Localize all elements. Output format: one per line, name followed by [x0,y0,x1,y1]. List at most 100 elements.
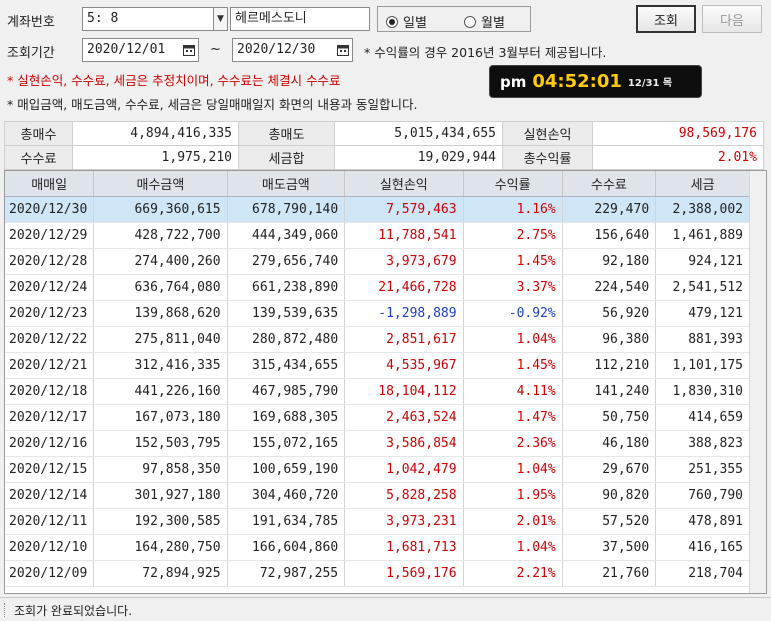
cell-fee: 96,380 [562,326,657,353]
notice-estimate: * 실현손익, 수수료, 세금은 추정치이며, 수수료는 체결시 수수료 [7,73,341,88]
cell-buy-amount: 192,300,585 [93,508,228,535]
total-buy-label: 총매수 [4,121,73,146]
cell-fee: 29,670 [562,456,657,483]
clock-ampm: pm [500,72,527,91]
end-date-value: 2020/12/30 [237,42,316,57]
account-number-input[interactable]: 5: 8 [82,7,214,31]
cell-sell-amount: 678,790,140 [227,196,346,223]
cell-realized-pnl: 1,042,479 [344,456,464,483]
clock-date: 12/31 목 [627,78,673,89]
search-button[interactable]: 조회 [636,5,696,33]
account-dropdown-button[interactable]: ▼ [213,7,228,31]
column-header-realized-pnl[interactable]: 실현손익 [344,171,464,197]
cell-realized-pnl: 2,463,524 [344,404,464,431]
cell-return-rate: 4.11% [463,378,563,405]
cell-buy-amount: 164,280,750 [93,534,228,561]
table-row[interactable]: 2020/12/16 152,503,795 155,072,165 3,586,85… [5,430,750,457]
table-row[interactable]: 2020/12/18 441,226,160 467,985,790 18,104,1… [5,378,750,405]
total-buy-value: 4,894,416,335 [72,121,239,146]
notice-same-content: * 매입금액, 매도금액, 수수료, 세금은 당일매매일지 화면의 내용과 동일… [7,97,418,112]
total-return-label: 총수익률 [502,145,593,170]
cell-buy-amount: 636,764,080 [93,274,228,301]
cell-realized-pnl: 3,973,679 [344,248,464,275]
next-button[interactable]: 다음 [702,5,762,33]
cell-date: 2020/12/22 [5,326,95,353]
cell-date: 2020/12/29 [5,222,95,249]
table-row[interactable]: 2020/12/28 274,400,260 279,656,740 3,973,67… [5,248,750,275]
cell-date: 2020/12/14 [5,482,95,509]
status-bar: 조회가 완료되었습니다. [0,597,771,621]
table-row[interactable]: 2020/12/29 428,722,700 444,349,060 11,788,5… [5,222,750,249]
cell-fee: 57,520 [562,508,657,535]
cell-sell-amount: 139,539,635 [227,300,346,327]
radio-daily[interactable]: 일별 [386,12,427,31]
cell-tax: 881,393 [655,326,750,353]
cell-buy-amount: 152,503,795 [93,430,228,457]
cell-date: 2020/12/21 [5,352,95,379]
cell-sell-amount: 169,688,305 [227,404,346,431]
column-header-tax[interactable]: 세금 [655,171,750,197]
start-date-input[interactable]: 2020/12/01 [82,38,199,62]
cell-sell-amount: 279,656,740 [227,248,346,275]
table-row[interactable]: 2020/12/30 669,360,615 678,790,140 7,579,46… [5,196,750,223]
cell-fee: 56,920 [562,300,657,327]
table-row[interactable]: 2020/12/15 97,858,350 100,659,190 1,042,479… [5,456,750,483]
end-date-input[interactable]: 2020/12/30 [232,38,353,62]
cell-sell-amount: 304,460,720 [227,482,346,509]
date-range-separator: ~ [210,42,221,57]
account-label: 계좌번호 [7,15,55,30]
cell-date: 2020/12/17 [5,404,95,431]
cell-tax: 218,704 [655,560,750,587]
column-header-buy-amount[interactable]: 매수금액 [93,171,228,197]
calendar-icon[interactable] [334,39,352,61]
table-row[interactable]: 2020/12/24 636,764,080 661,238,890 21,466,7… [5,274,750,301]
table-row[interactable]: 2020/12/11 192,300,585 191,634,785 3,973,23… [5,508,750,535]
cell-fee: 50,750 [562,404,657,431]
cell-date: 2020/12/16 [5,430,95,457]
cell-return-rate: 2.75% [463,222,563,249]
radio-selected-icon [386,15,398,28]
table-row[interactable]: 2020/12/21 312,416,335 315,434,655 4,535,96… [5,352,750,379]
table-row[interactable]: 2020/12/17 167,073,180 169,688,305 2,463,52… [5,404,750,431]
realized-pnl-value: 98,569,176 [592,121,764,146]
cell-realized-pnl: 4,535,967 [344,352,464,379]
cell-fee: 46,180 [562,430,657,457]
cell-realized-pnl: 3,586,854 [344,430,464,457]
table-row[interactable]: 2020/12/10 164,280,750 166,604,860 1,681,71… [5,534,750,561]
column-header-sell-amount[interactable]: 매도금액 [227,171,346,197]
radio-unselected-icon [464,15,476,28]
column-header-return-rate[interactable]: 수익률 [463,171,563,197]
fee-label: 수수료 [4,145,73,170]
cell-date: 2020/12/11 [5,508,95,535]
vertical-scrollbar[interactable] [749,171,766,593]
cell-tax: 251,355 [655,456,750,483]
cell-buy-amount: 72,894,925 [93,560,228,587]
table-row[interactable]: 2020/12/23 139,868,620 139,539,635 -1,298,8… [5,300,750,327]
radio-monthly[interactable]: 월별 [464,12,505,31]
cell-sell-amount: 166,604,860 [227,534,346,561]
column-header-date[interactable]: 매매일 [5,171,95,197]
cell-date: 2020/12/30 [5,196,95,223]
cell-return-rate: 1.45% [463,248,563,275]
cell-fee: 112,210 [562,352,657,379]
cell-return-rate: 3.37% [463,274,563,301]
column-header-fee[interactable]: 수수료 [562,171,657,197]
total-sell-value: 5,015,434,655 [334,121,503,146]
cell-buy-amount: 167,073,180 [93,404,228,431]
daily-trades-grid[interactable]: 매매일 매수금액 매도금액 실현손익 수익률 수수료 세금 2020/12/30… [4,170,767,594]
table-row[interactable]: 2020/12/22 275,811,040 280,872,480 2,851,61… [5,326,750,353]
cell-sell-amount: 444,349,060 [227,222,346,249]
cell-return-rate: 2.36% [463,430,563,457]
cell-tax: 1,461,889 [655,222,750,249]
calendar-icon[interactable] [180,39,198,61]
cell-buy-amount: 274,400,260 [93,248,228,275]
cell-return-rate: 1.16% [463,196,563,223]
cell-fee: 224,540 [562,274,657,301]
cell-sell-amount: 155,072,165 [227,430,346,457]
cell-sell-amount: 661,238,890 [227,274,346,301]
table-row[interactable]: 2020/12/09 72,894,925 72,987,255 1,569,176 2… [5,560,750,587]
cell-buy-amount: 275,811,040 [93,326,228,353]
cell-realized-pnl: 21,466,728 [344,274,464,301]
cell-return-rate: -0.92% [463,300,563,327]
table-row[interactable]: 2020/12/14 301,927,180 304,460,720 5,828,25… [5,482,750,509]
